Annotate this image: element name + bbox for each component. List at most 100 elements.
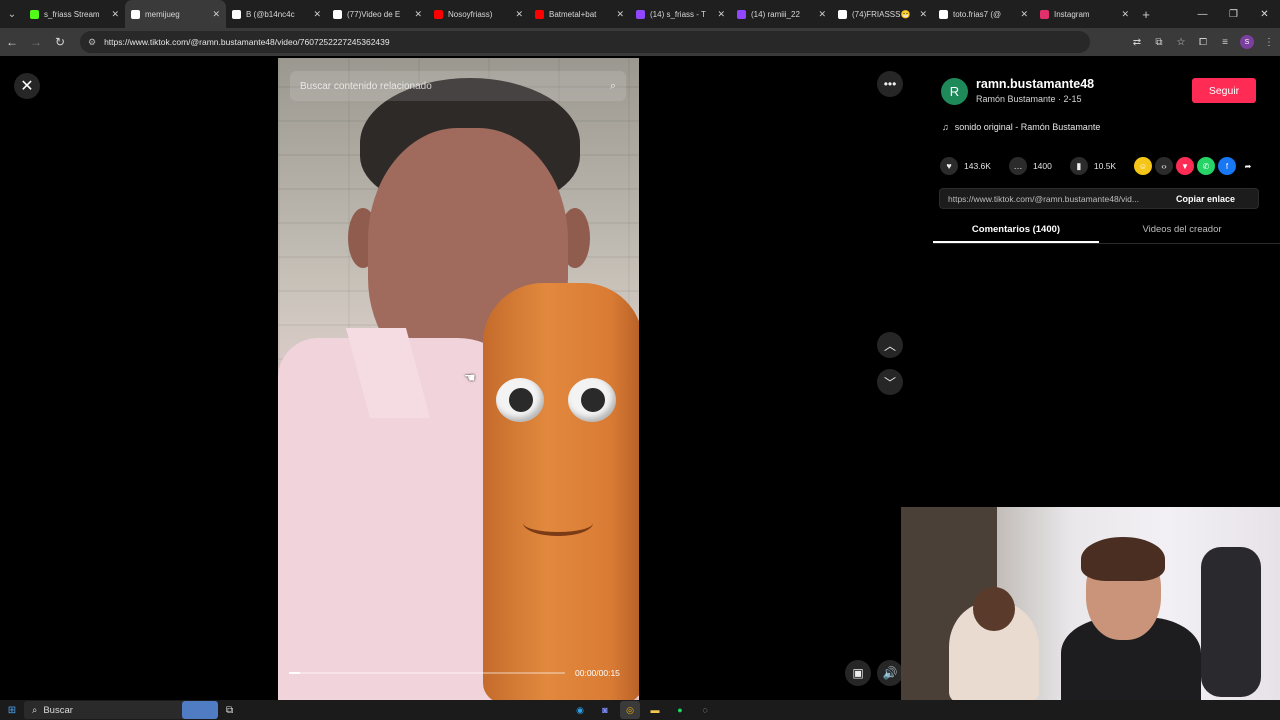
tab-title: (14) s_friass - T [650, 9, 706, 19]
whatsapp-icon[interactable]: ✆ [1197, 157, 1215, 175]
browser-tab[interactable]: s_friass Stream ✕ [24, 0, 125, 28]
browser-tab[interactable]: Batmetal+bat ✕ [529, 0, 630, 28]
browser-tab[interactable]: (74)FRIASSS😁 ✕ [832, 0, 933, 28]
site-info-icon[interactable]: ⚙ [88, 37, 96, 48]
url-text[interactable]: https://www.tiktok.com/@ramn.bustamante4… [104, 37, 390, 47]
next-video-button[interactable]: ﹀ [877, 369, 903, 395]
windows-start-icon[interactable]: ⊞ [0, 700, 24, 720]
related-content-search[interactable]: Buscar contenido relacionado ⌕ [290, 71, 626, 101]
more-options-button[interactable]: ••• [877, 71, 903, 97]
taskbar-search[interactable]: ⌕ Buscar [24, 701, 194, 719]
bookmark-star-icon[interactable]: ☆ [1170, 28, 1192, 56]
reading-list-icon[interactable]: ≡ [1214, 28, 1236, 56]
taskbar-search-label: Buscar [43, 704, 73, 716]
share-link-text[interactable]: https://www.tiktok.com/@ramn.bustamante4… [940, 194, 1172, 204]
video-cartoon-figure [483, 283, 639, 700]
extensions-icon[interactable]: ⧠ [1192, 28, 1214, 56]
tab-close-icon[interactable]: ✕ [111, 9, 119, 20]
search-placeholder[interactable]: Buscar contenido relacionado [300, 81, 610, 92]
translate-icon[interactable]: ⇄ [1126, 28, 1148, 56]
browser-tab[interactable]: (14) s_friass - T ✕ [630, 0, 731, 28]
video-player[interactable] [278, 58, 639, 700]
new-tab-button[interactable]: + [1135, 7, 1157, 22]
heart-icon[interactable]: ♥ [940, 157, 958, 175]
tiktok-video-page: ✕ Buscar contenido relacionado ⌕ ☚ 00:00… [0, 56, 1280, 700]
tab-close-icon[interactable]: ✕ [717, 9, 725, 20]
browser-tab[interactable]: (77)Video de E ✕ [327, 0, 428, 28]
volume-button[interactable]: 🔊 [877, 660, 903, 686]
browser-toolbar: ← → ↻ ⚙ https://www.tiktok.com/@ramn.bus… [0, 28, 1280, 56]
video-progress-fill[interactable] [289, 672, 301, 674]
tab-close-icon[interactable]: ✕ [818, 9, 826, 20]
browser-tab[interactable]: Instagram ✕ [1034, 0, 1135, 28]
follow-button[interactable]: Seguir [1192, 78, 1256, 103]
minimize-icon[interactable]: — [1187, 0, 1218, 28]
menu-kebab-icon[interactable]: ⋮ [1258, 28, 1280, 56]
restore-icon[interactable]: ❐ [1218, 0, 1249, 28]
video-progress-track[interactable] [289, 672, 565, 674]
music-title[interactable]: sonido original - Ramón Bustamante [955, 122, 1101, 132]
embed-code-icon[interactable]: ‹› [1155, 157, 1173, 175]
tab-close-icon[interactable]: ✕ [313, 9, 321, 20]
copy-link-button[interactable]: Copiar enlace [1172, 194, 1235, 204]
send-icon[interactable]: ▼ [1176, 157, 1194, 175]
tiktok-icon [131, 9, 140, 19]
tab-close-icon[interactable]: ✕ [1121, 9, 1129, 20]
profile-avatar[interactable]: S [1240, 35, 1254, 49]
forward-arrow-icon[interactable]: → [24, 28, 48, 56]
browser-tab[interactable]: memijueg ✕ [125, 0, 226, 28]
panel-tabs: Comentarios (1400) Videos del creador [933, 220, 1280, 244]
close-window-icon[interactable]: ✕ [1249, 0, 1280, 28]
address-bar[interactable]: ⚙ https://www.tiktok.com/@ramn.bustamant… [80, 31, 1090, 53]
file-explorer-icon[interactable]: ▬ [645, 701, 665, 719]
more-dots-icon: ••• [883, 77, 897, 91]
tab-title: Instagram [1054, 9, 1090, 19]
cartoon-eye [568, 378, 616, 422]
coin-icon[interactable]: ☺ [1134, 157, 1152, 175]
chrome-icon[interactable]: ◎ [620, 701, 640, 719]
floating-player-button[interactable]: ▣ [845, 660, 871, 686]
facebook-icon[interactable]: f [1218, 157, 1236, 175]
bookmark-icon[interactable]: ▮ [1069, 157, 1088, 175]
tiktok-icon [939, 9, 948, 19]
browser-tab[interactable]: (14) ramiii_22 ✕ [731, 0, 832, 28]
youtube-icon [434, 9, 443, 19]
close-video-button[interactable]: ✕ [14, 73, 40, 99]
comment-icon[interactable]: … [1008, 157, 1027, 175]
creator-avatar[interactable]: R [941, 78, 968, 105]
tab-close-icon[interactable]: ✕ [1020, 9, 1028, 20]
task-view-icon[interactable]: ⧉ [226, 705, 233, 716]
browser-tab[interactable]: Nosoyfriass) ✕ [428, 0, 529, 28]
kick-icon [30, 9, 39, 19]
edge-icon[interactable]: ◉ [570, 701, 590, 719]
tab-creator-videos[interactable]: Videos del creador [1099, 220, 1265, 243]
tab-close-icon[interactable]: ✕ [616, 9, 624, 20]
tab-strip: s_friass Stream ✕ memijueg ✕ B (@b14nc4c ✕ (77… [24, 0, 1135, 28]
install-app-icon[interactable]: ⧉ [1148, 28, 1170, 56]
tab-close-icon[interactable]: ✕ [212, 9, 220, 20]
tiktok-icon [333, 9, 342, 19]
previous-video-button[interactable]: ︿ [877, 332, 903, 358]
tab-comments[interactable]: Comentarios (1400) [933, 220, 1099, 243]
video-time: 00:00/00:15 [575, 668, 620, 678]
browser-tab-bar: ⌄ s_friass Stream ✕ memijueg ✕ B (@b14nc4c ✕(… [0, 0, 1280, 28]
twitch-icon [636, 9, 645, 19]
search-icon[interactable]: ⌕ [610, 80, 616, 93]
chevron-down-icon: ﹀ [883, 375, 896, 390]
obs-icon[interactable]: ◌ [695, 701, 715, 719]
discord-icon[interactable]: ◙ [595, 701, 615, 719]
share-buttons: ☺ ‹› ▼ ✆ f ➦ [1134, 157, 1257, 175]
tab-list-chevron-icon[interactable]: ⌄ [0, 0, 24, 28]
music-info[interactable]: ♫ sonido original - Ramón Bustamante [942, 122, 1100, 132]
reload-icon[interactable]: ↻ [48, 28, 72, 56]
back-arrow-icon[interactable]: ← [0, 28, 24, 56]
tab-close-icon[interactable]: ✕ [414, 9, 422, 20]
share-arrow-icon[interactable]: ➦ [1239, 157, 1257, 175]
browser-tab[interactable]: B (@b14nc4c ✕ [226, 0, 327, 28]
spotify-icon[interactable]: ● [670, 701, 690, 719]
creator-username[interactable]: ramn.bustamante48 [976, 77, 1094, 91]
tab-close-icon[interactable]: ✕ [919, 9, 927, 20]
browser-tab[interactable]: toto.frias7 (@ ✕ [933, 0, 1034, 28]
search-highlight-icon[interactable] [182, 701, 218, 719]
tab-close-icon[interactable]: ✕ [515, 9, 523, 20]
